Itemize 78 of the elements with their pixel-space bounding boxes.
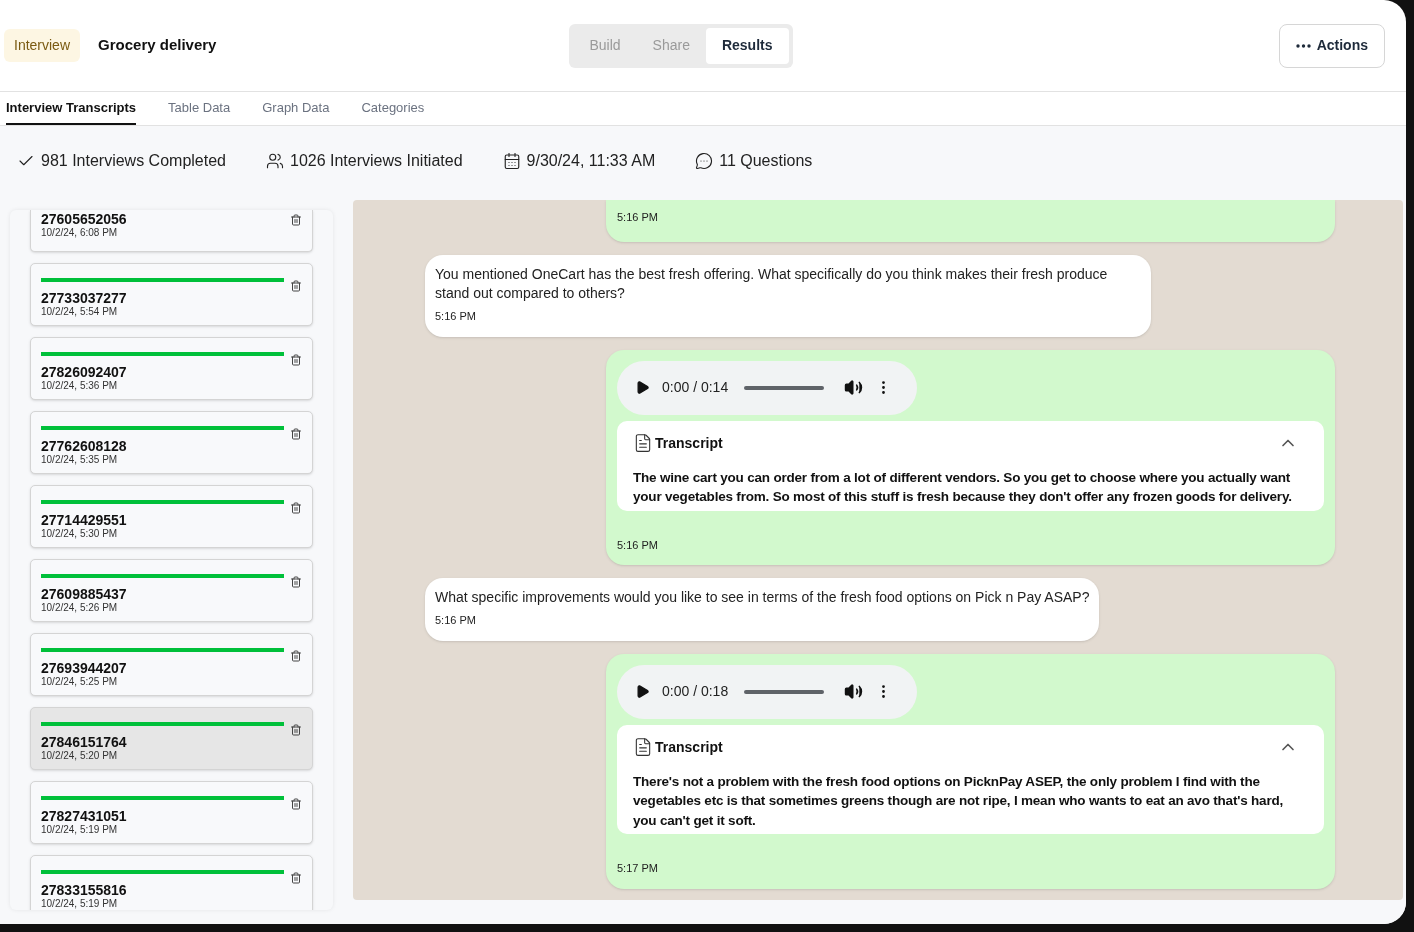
view-tab[interactable]: Graph Data bbox=[262, 92, 330, 125]
question-text: You mentioned OneCart has the best fresh offering. What specifically do you think makes their fresh produce stand out compared to others? bbox=[435, 265, 1109, 303]
interview-id: 27827431051 bbox=[41, 809, 128, 824]
message-time: 5:16 PM bbox=[435, 613, 477, 628]
message-time: 5:16 PM bbox=[435, 309, 477, 324]
delete-icon[interactable] bbox=[290, 724, 302, 736]
actions-button[interactable]: Actions bbox=[1278, 23, 1385, 68]
stat-text: 981 Interviews Completed bbox=[41, 151, 226, 171]
users-icon bbox=[266, 152, 284, 170]
interview-card[interactable]: 27714429551 10/2/24, 5:30 PM bbox=[30, 485, 313, 548]
delete-icon[interactable] bbox=[290, 214, 302, 226]
interview-card[interactable]: 27693944207 10/2/24, 5:25 PM bbox=[30, 633, 313, 696]
interview-date: 10/2/24, 6:08 PM bbox=[41, 227, 119, 239]
interview-card[interactable]: 27733037277 10/2/24, 5:54 PM bbox=[30, 263, 313, 326]
interview-id: 27693944207 bbox=[41, 661, 128, 676]
delete-icon[interactable] bbox=[290, 872, 302, 884]
interview-date: 10/2/24, 5:19 PM bbox=[41, 824, 119, 836]
audio-time: 0:00 / 0:14 bbox=[662, 378, 729, 397]
interview-date: 10/2/24, 5:26 PM bbox=[41, 602, 119, 614]
document-icon bbox=[633, 433, 653, 453]
interview-date: 10/2/24, 5:25 PM bbox=[41, 676, 119, 688]
interview-date: 10/2/24, 5:35 PM bbox=[41, 454, 119, 466]
volume-icon[interactable] bbox=[844, 378, 864, 397]
interview-badge: Interview bbox=[4, 29, 81, 62]
audio-progress-track[interactable] bbox=[744, 689, 825, 694]
interview-id: 27733037277 bbox=[41, 291, 128, 306]
transcript-title: Transcript bbox=[655, 737, 723, 757]
message-time: 5:16 PM bbox=[617, 537, 659, 553]
view-tab[interactable]: Categories bbox=[361, 92, 425, 125]
chat-bubble-icon bbox=[695, 152, 714, 170]
delete-icon[interactable] bbox=[290, 280, 302, 292]
interview-card[interactable]: 27826092407 10/2/24, 5:36 PM bbox=[30, 337, 313, 400]
interview-card[interactable]: 27846151764 10/2/24, 5:20 PM bbox=[30, 707, 313, 770]
document-icon bbox=[633, 737, 653, 757]
interview-card[interactable]: 27762608128 10/2/24, 5:35 PM bbox=[30, 411, 313, 474]
interview-date: 10/2/24, 5:36 PM bbox=[41, 380, 119, 392]
interview-id: 27609885437 bbox=[41, 587, 128, 602]
calendar-icon bbox=[502, 152, 521, 170]
audio-progress-track[interactable] bbox=[744, 385, 825, 390]
delete-icon[interactable] bbox=[290, 576, 302, 588]
delete-icon[interactable] bbox=[290, 354, 302, 366]
play-icon[interactable] bbox=[635, 380, 650, 395]
stat-text: 9/30/24, 11:33 AM bbox=[526, 151, 656, 171]
interview-date: 10/2/24, 5:19 PM bbox=[41, 898, 119, 910]
interview-id: 27846151764 bbox=[41, 735, 128, 750]
transcript-title: Transcript bbox=[655, 433, 723, 453]
interview-id: 27826092407 bbox=[41, 365, 128, 380]
interview-card[interactable]: 27609885437 10/2/24, 5:26 PM bbox=[30, 559, 313, 622]
interview-card[interactable]: 27605652056 10/2/24, 6:08 PM bbox=[30, 210, 313, 252]
view-tab[interactable]: Table Data bbox=[168, 92, 231, 125]
transcript-text: There's not a problem with the fresh food options on PicknPay ASEP, the only problem I find with the vegetables etc is that sometimes greens though are not ripe, I mean who wants to eat an avo that's hard, you can't get it soft. bbox=[633, 772, 1285, 830]
interview-card[interactable]: 27833155816 10/2/24, 5:19 PM bbox=[30, 855, 313, 910]
interview-id: 27833155816 bbox=[41, 883, 128, 898]
audio-time: 0:00 / 0:18 bbox=[662, 682, 729, 701]
play-icon[interactable] bbox=[635, 684, 650, 699]
ellipsis-icon bbox=[1295, 43, 1311, 48]
delete-icon[interactable] bbox=[290, 650, 302, 662]
question-text: What specific improvements would you like to see in terms of the fresh food options on Pick n Pay ASAP? bbox=[435, 588, 1090, 607]
interview-id: 27605652056 bbox=[41, 212, 128, 227]
delete-icon[interactable] bbox=[290, 798, 302, 810]
stat-text: 1026 Interviews Initiated bbox=[290, 151, 463, 171]
volume-icon[interactable] bbox=[844, 682, 864, 701]
delete-icon[interactable] bbox=[290, 502, 302, 514]
interview-date: 10/2/24, 5:20 PM bbox=[41, 750, 119, 762]
interview-date: 10/2/24, 5:54 PM bbox=[41, 306, 119, 318]
interview-id: 27762608128 bbox=[41, 439, 128, 454]
mode-tab[interactable]: Results bbox=[705, 27, 789, 64]
audio-player[interactable]: 0:00 / 0:14 bbox=[617, 360, 917, 415]
page-title: Grocery delivery bbox=[98, 35, 217, 56]
interview-card[interactable]: 27827431051 10/2/24, 5:19 PM bbox=[30, 781, 313, 844]
audio-player[interactable]: 0:00 / 0:18 bbox=[617, 664, 917, 719]
interview-date: 10/2/24, 5:30 PM bbox=[41, 528, 119, 540]
delete-icon[interactable] bbox=[290, 428, 302, 440]
transcript-text: The wine cart you can order from a lot of different vendors. So you get to choose where you actually want your vegetables from. So most of this stuff is fresh because they don't offer any frozen goods for delivery. bbox=[633, 468, 1293, 506]
stat-text: 11 Questions bbox=[719, 151, 813, 171]
interview-id: 27714429551 bbox=[41, 513, 128, 528]
message-time: 5:16 PM bbox=[617, 211, 658, 223]
message-time: 5:17 PM bbox=[617, 861, 659, 876]
